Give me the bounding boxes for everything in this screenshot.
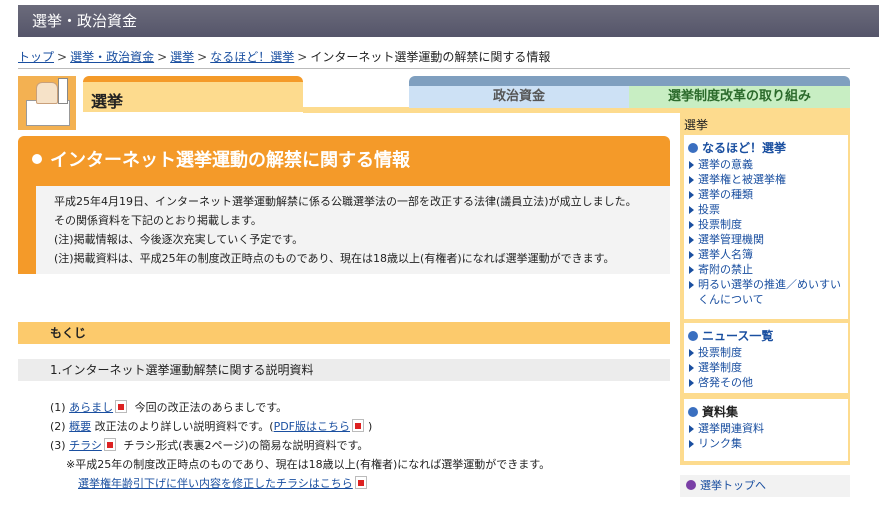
sidebar-group-title[interactable]: なるほど！選挙 bbox=[688, 141, 844, 156]
ballot-box-icon bbox=[18, 76, 76, 130]
site-header-title: 選挙・政治資金 bbox=[32, 12, 138, 30]
sidebar-group-news: ニュース一覧 投票制度 選挙制度 啓発その他 bbox=[684, 323, 848, 393]
page-title-text: インターネット選挙運動の解禁に関する情報 bbox=[50, 150, 410, 171]
item-description: 改正法のより詳しい説明資料です。( bbox=[94, 420, 274, 433]
toc-heading: もくじ bbox=[18, 322, 670, 344]
sidebar-item-senkyoken[interactable]: 選挙権と被選挙権 bbox=[688, 172, 844, 187]
intro-box: 平成25年4月19日、インターネット選挙運動解禁に係る公職選挙法の一部を改正する… bbox=[18, 186, 670, 274]
link-chirashi[interactable]: チラシ bbox=[69, 439, 102, 452]
circle-arrow-icon bbox=[688, 407, 698, 417]
sidebar-group-title: 資料集 bbox=[688, 405, 844, 420]
sidebar-item-touhyou-seido[interactable]: 投票制度 bbox=[688, 217, 844, 232]
link-pdf-version[interactable]: PDF版はこちら bbox=[274, 420, 350, 433]
link-corrected-flyer[interactable]: 選挙権年齢引下げに伴い内容を修正したチラシはこちら bbox=[78, 477, 353, 490]
sidebar-item-news-touhyou[interactable]: 投票制度 bbox=[688, 345, 844, 360]
breadcrumb-separator: > bbox=[57, 50, 68, 64]
item-number: (1) bbox=[50, 401, 66, 414]
section-heading: 1.インターネット選挙運動解禁に関する説明資料 bbox=[18, 359, 670, 381]
list-item: (3) チラシ チラシ形式(表裏2ページ)の簡易な説明資料です。 bbox=[50, 436, 550, 455]
sidebar-group-title-text: ニュース一覧 bbox=[702, 329, 774, 343]
tab-group-top bbox=[409, 76, 850, 86]
intro-line: その関係資料を下記のとおり掲載します。 bbox=[54, 214, 262, 227]
sidebar-item-news-keihatsu[interactable]: 啓発その他 bbox=[688, 375, 844, 390]
tab-seiji-shikin[interactable]: 政治資金 bbox=[409, 86, 629, 108]
item-description: 今回の改正法のあらましです。 bbox=[134, 401, 288, 414]
tab-seiji-shikin-label: 政治資金 bbox=[492, 89, 545, 104]
page-title: インターネット選挙運動の解禁に関する情報 bbox=[18, 136, 670, 186]
breadcrumb: トップ > 選挙・政治資金 > 選挙 > なるほど！選挙 > インターネット選挙運動の解禁に関す… bbox=[18, 48, 550, 65]
tab-senkyo[interactable]: 選挙 bbox=[83, 76, 303, 112]
breadcrumb-separator: > bbox=[297, 50, 308, 64]
sidebar-item-link-shuu[interactable]: リンク集 bbox=[688, 436, 844, 451]
bullet-icon bbox=[32, 154, 42, 164]
item-number: (2) bbox=[50, 420, 66, 433]
pdf-icon bbox=[354, 476, 367, 489]
list-item: (1) あらまし 今回の改正法のあらましです。 bbox=[50, 398, 550, 417]
item-number: (3) bbox=[50, 439, 66, 452]
intro-line: (注)掲載資料は、平成25年の制度改正時点のものであり、現在は18歳以上(有権者… bbox=[54, 252, 615, 265]
tab-senkyo-label: 選挙 bbox=[91, 92, 124, 111]
tab-senkyo-kaikaku-label: 選挙制度改革の取り組み bbox=[667, 89, 811, 104]
breadcrumb-separator: > bbox=[197, 50, 208, 64]
note-text: ※平成25年の制度改正時点のものであり、現在は18歳以上(有権者)になれば選挙運… bbox=[66, 458, 551, 471]
sidebar-item-news-senkyo[interactable]: 選挙制度 bbox=[688, 360, 844, 375]
sidebar-group-title-text: なるほど！選挙 bbox=[702, 141, 787, 155]
circle-arrow-icon bbox=[688, 143, 698, 153]
tab-senkyo-kaikaku[interactable]: 選挙制度改革の取り組み bbox=[629, 86, 850, 108]
sidebar-group-naruhodo: なるほど！選挙 選挙の意義 選挙権と被選挙権 選挙の種類 投票 投票制度 選挙管… bbox=[684, 135, 848, 319]
sidebar-item-akarui-senkyo[interactable]: 明るい選挙の推進／めいすいくんについて bbox=[688, 277, 844, 307]
sidebar-item-meibo[interactable]: 選挙人名簿 bbox=[688, 247, 844, 262]
breadcrumb-divider bbox=[18, 68, 850, 69]
site-header: 選挙・政治資金 bbox=[18, 5, 879, 37]
sidebar-item-touhyou[interactable]: 投票 bbox=[688, 202, 844, 217]
link-gaiyou[interactable]: 概要 bbox=[69, 420, 91, 433]
breadcrumb-link-senkyo[interactable]: 選挙 bbox=[170, 50, 194, 64]
circle-arrow-icon bbox=[686, 480, 696, 490]
breadcrumb-link-naruhodo[interactable]: なるほど！選挙 bbox=[210, 50, 294, 64]
sidebar: 選挙 なるほど！選挙 選挙の意義 選挙権と被選挙権 選挙の種類 投票 投票制度 … bbox=[680, 113, 850, 465]
sidebar-group-title[interactable]: ニュース一覧 bbox=[688, 329, 844, 344]
list-item: 選挙権年齢引下げに伴い内容を修正したチラシはこちら bbox=[50, 474, 550, 493]
sidebar-item-kanren-shiryou[interactable]: 選挙関連資料 bbox=[688, 421, 844, 436]
intro-line: (注)掲載情報は、今後逐次充実していく予定です。 bbox=[54, 233, 304, 246]
intro-line: 平成25年4月19日、インターネット選挙運動解禁に係る公職選挙法の一部を改正する… bbox=[54, 195, 637, 208]
sidebar-item-kifu[interactable]: 寄附の禁止 bbox=[688, 262, 844, 277]
item-description: チラシ形式(表裏2ページ)の簡易な説明資料です。 bbox=[123, 439, 369, 452]
sidebar-group-shiryou: 資料集 選挙関連資料 リンク集 bbox=[684, 399, 848, 461]
breadcrumb-link-senkyo-seiji[interactable]: 選挙・政治資金 bbox=[70, 50, 154, 64]
pdf-icon bbox=[352, 419, 365, 432]
item-description-tail: ) bbox=[368, 420, 373, 433]
breadcrumb-link-top[interactable]: トップ bbox=[18, 50, 54, 64]
breadcrumb-separator: > bbox=[157, 50, 168, 64]
sidebar-item-igi[interactable]: 選挙の意義 bbox=[688, 157, 844, 172]
toc-heading-text: もくじ bbox=[50, 326, 87, 340]
pdf-icon bbox=[103, 438, 116, 451]
breadcrumb-current: インターネット選挙運動の解禁に関する情報 bbox=[310, 50, 551, 64]
senkyo-top-link[interactable]: 選挙トップへ bbox=[680, 475, 850, 497]
sidebar-item-shurui[interactable]: 選挙の種類 bbox=[688, 187, 844, 202]
sidebar-group-title-text: 資料集 bbox=[702, 405, 739, 419]
senkyo-top-link-text: 選挙トップへ bbox=[700, 479, 766, 492]
circle-arrow-icon bbox=[688, 331, 698, 341]
pdf-icon bbox=[115, 400, 128, 413]
document-list: (1) あらまし 今回の改正法のあらましです。 (2) 概要 改正法のより詳しい… bbox=[50, 398, 550, 493]
sidebar-header: 選挙 bbox=[684, 118, 709, 132]
list-item: (2) 概要 改正法のより詳しい説明資料です。(PDF版はこちら) bbox=[50, 417, 550, 436]
section-heading-text: 1.インターネット選挙運動解禁に関する説明資料 bbox=[50, 363, 314, 377]
sidebar-item-kanri-kikan[interactable]: 選挙管理機関 bbox=[688, 232, 844, 247]
link-arashi[interactable]: あらまし bbox=[69, 401, 113, 414]
